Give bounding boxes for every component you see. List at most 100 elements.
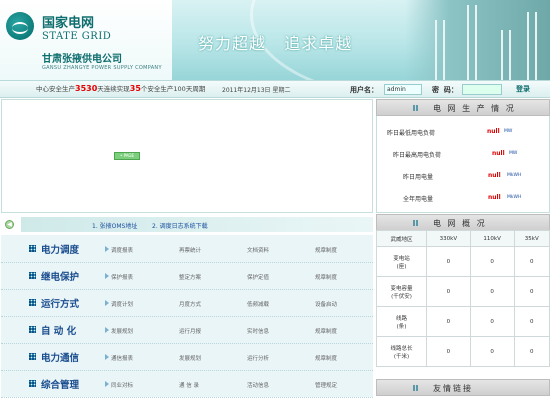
company-name-cn: 甘肃张掖供电公司 <box>42 54 122 65</box>
menu-sub-link[interactable]: 低频减载 <box>247 300 269 308</box>
menu-category-title[interactable]: 综合管理 <box>41 377 79 391</box>
page-badge[interactable]: • PAGE <box>114 152 140 160</box>
menu-sub-link[interactable]: 运行月报 <box>179 327 201 335</box>
menu-sub-link[interactable]: 保护报表 <box>111 273 133 281</box>
menu-sub-link[interactable]: 通 信 录 <box>179 381 199 389</box>
production-item-label: 全年用电量 <box>403 196 434 203</box>
menu-sub-link[interactable]: 活动信息 <box>247 381 269 389</box>
production-item-value: null <box>488 172 501 179</box>
company-name-en: GANSU ZHANGYE POWER SUPPLY COMPANY <box>42 65 162 71</box>
login-button[interactable]: 登录 <box>516 84 530 94</box>
menu-sub-link[interactable]: 实时信息 <box>247 327 269 335</box>
header-power-tower-photo <box>405 0 550 80</box>
menu-row: 电力调度 调度报表 再票统计 文档资料 规章制度 <box>1 235 373 263</box>
production-item-value: null <box>487 128 500 135</box>
grid-icon <box>413 105 419 111</box>
table-row: 线路总长 (千米) 0 0 0 <box>376 336 550 367</box>
menu-category-title[interactable]: 电力通信 <box>41 350 79 364</box>
username-input[interactable] <box>384 84 422 95</box>
menu-category-title[interactable]: 电力调度 <box>41 242 79 256</box>
grid-table-cell: 0 <box>469 306 515 337</box>
safety-record-text: 中心安全生产3530天连续实现35个安全生产100天周期 <box>36 83 205 93</box>
grid-table-cell: 0 <box>513 336 550 367</box>
table-row: 变电站 (座) 0 0 0 <box>376 246 550 277</box>
menu-sub-link[interactable]: 调度报表 <box>111 246 133 254</box>
chevron-right-icon <box>105 381 109 387</box>
safety-mid: 天连续实现 <box>97 85 130 93</box>
menu-sub-link[interactable]: 通信报表 <box>111 354 133 362</box>
menu-category-title[interactable]: 继电保护 <box>41 269 79 283</box>
menu-sub-link[interactable]: 整定方案 <box>179 273 201 281</box>
logo-block: 国家电网 STATE GRID 甘肃张掖供电公司 GANSU ZHANGYE P… <box>0 0 172 80</box>
grid-table-cell: 0 <box>469 246 515 277</box>
chevron-right-icon <box>105 354 109 360</box>
menu-sub-link[interactable]: 管理规定 <box>315 381 337 389</box>
safety-days-value: 3530 <box>75 84 98 93</box>
production-item-value: null <box>492 150 505 157</box>
menu-row: 自 动 化 发展规划 运行月报 实时信息 规章制度 <box>1 316 373 344</box>
chevron-right-icon <box>105 300 109 306</box>
menu-sub-link[interactable]: 保护定值 <box>247 273 269 281</box>
arrow-left-icon[interactable]: ◀ <box>5 220 14 229</box>
page-header: 国家电网 STATE GRID 甘肃张掖供电公司 GANSU ZHANGYE P… <box>0 0 550 80</box>
grid-dots-icon <box>29 272 36 279</box>
grid-table-cell: 0 <box>426 336 471 367</box>
grid-table-cell: 0 <box>426 246 471 277</box>
menu-category-title[interactable]: 运行方式 <box>41 296 79 310</box>
grid-table-row-header: 线路总长 (千米) <box>376 336 427 367</box>
menu-sub-link[interactable]: 同业对标 <box>111 381 133 389</box>
grid-table-cell: 0 <box>426 306 471 337</box>
production-item-unit: MW <box>504 129 513 134</box>
production-item-label: 昨日用电量 <box>403 174 434 181</box>
friend-links-title: 友情链接 <box>433 384 473 393</box>
production-item-label: 昨日最低用电负荷 <box>387 130 436 137</box>
menu-sub-link[interactable]: 发展规划 <box>179 354 201 362</box>
menu-category-title[interactable]: 自 动 化 <box>41 323 76 337</box>
menu-sub-link[interactable]: 运行分析 <box>247 354 269 362</box>
grid-table-cell: 0 <box>469 336 515 367</box>
menu-row: 运行方式 调度计划 月度方式 低频减载 设备启动 <box>1 289 373 317</box>
menu-sub-link[interactable]: 规章制度 <box>315 354 337 362</box>
production-item-unit: MkWH <box>507 195 522 200</box>
grid-dots-icon <box>29 299 36 306</box>
production-item-unit: MkWH <box>507 173 522 178</box>
header-slogan: 努力超越 追求卓越 <box>198 34 353 53</box>
menu-sub-link[interactable]: 规章制度 <box>315 327 337 335</box>
username-label: 用户名： <box>350 86 378 94</box>
menu-sub-link[interactable]: 调度计划 <box>111 300 133 308</box>
friend-links-header: 友情链接 <box>376 379 550 396</box>
grid-overview-table: 武威地区 330kV 110kV 35kV 变电站 (座) 0 0 0 变电容量 (千伏安) 0 0… <box>376 230 550 367</box>
menu-sub-link[interactable]: 月度方式 <box>179 300 201 308</box>
production-panel-title: 电 网 生 产 情 况 <box>433 104 516 113</box>
department-menu: 电力调度 调度报表 再票统计 文档资料 规章制度 继电保护 保护报表 整定方案 保护定值 规章制度… <box>1 235 373 398</box>
table-row: 线路 (条) 0 0 0 <box>376 306 550 337</box>
chevron-right-icon <box>105 273 109 279</box>
menu-sub-link[interactable]: 规章制度 <box>315 273 337 281</box>
current-date: 2011年12月13日 星期二 <box>222 87 291 94</box>
link-dispatch-log-download[interactable]: 2. 调度日志系统下载 <box>152 221 208 230</box>
grid-table-cell: 0 <box>513 246 550 277</box>
menu-sub-link[interactable]: 再票统计 <box>179 246 201 254</box>
grid-table-cell: 0 <box>513 306 550 337</box>
info-bar: 中心安全生产3530天连续实现35个安全生产100天周期 2011年12月13日… <box>0 80 550 98</box>
password-input[interactable] <box>462 84 502 95</box>
grid-dots-icon <box>29 380 36 387</box>
state-grid-logo-icon <box>6 12 34 40</box>
menu-sub-link[interactable]: 规章制度 <box>315 246 337 254</box>
production-item-unit: MW <box>509 151 518 156</box>
menu-sub-link[interactable]: 设备启动 <box>315 300 337 308</box>
right-column: 电 网 生 产 情 况 昨日最低用电负荷 null MW 昨日最高用电负荷 null MW… <box>376 99 550 397</box>
password-label: 密 码： <box>432 86 458 94</box>
safety-prefix: 中心安全生产 <box>36 85 75 93</box>
table-row: 变电容量 (千伏安) 0 0 0 <box>376 276 550 307</box>
link-oms-address[interactable]: 1. 张掖OMS地址 <box>92 221 137 230</box>
grid-table-row-header: 变电站 (座) <box>376 246 427 277</box>
production-panel: 昨日最低用电负荷 null MW 昨日最高用电负荷 null MW 昨日用电量 null MkW… <box>376 116 550 213</box>
menu-sub-link[interactable]: 文档资料 <box>247 246 269 254</box>
grid-icon <box>413 220 419 226</box>
grid-table-column-header: 武威地区 <box>376 230 427 247</box>
grid-table-cell: 0 <box>469 276 515 307</box>
logo-text-cn: 国家电网 <box>42 16 95 31</box>
logo-text-en: STATE GRID <box>42 31 112 42</box>
menu-sub-link[interactable]: 发展规划 <box>111 327 133 335</box>
